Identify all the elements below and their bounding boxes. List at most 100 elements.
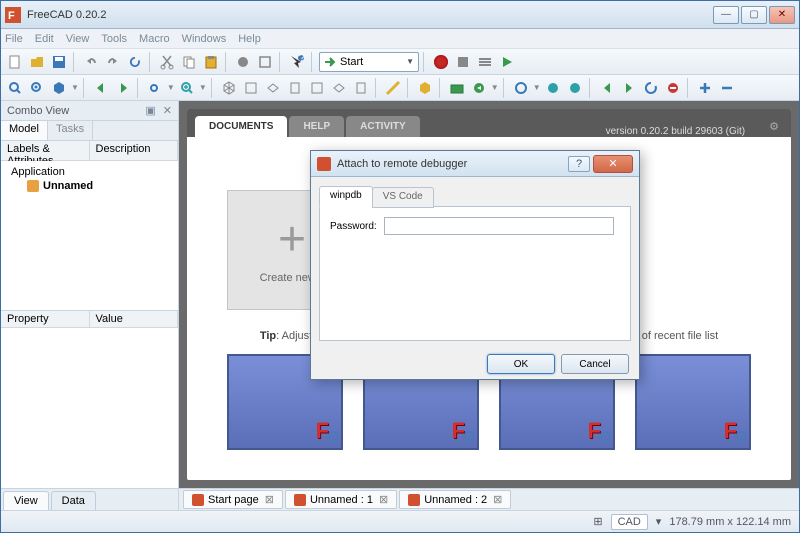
maximize-button[interactable]: ▢ [741,6,767,24]
menu-windows[interactable]: Windows [182,33,227,45]
model-tree[interactable]: Application Unnamed [1,161,178,311]
combo-view-title: Combo View [7,105,69,117]
link-actions-button[interactable] [511,78,531,98]
fit-selection-button[interactable] [27,78,47,98]
paste-button[interactable] [201,52,221,72]
tab-data[interactable]: Data [51,491,96,510]
fit-all-button[interactable] [5,78,25,98]
nav-style-icon[interactable]: ⊞ [593,515,602,528]
tab-vscode[interactable]: VS Code [372,187,434,208]
right-view-button[interactable] [285,78,305,98]
col-labels: Labels & Attributes [1,141,90,160]
menu-file[interactable]: File [5,33,23,45]
tool-btn-1[interactable] [233,52,253,72]
panel-close-button[interactable]: ✕ [163,104,172,117]
undo-button[interactable] [81,52,101,72]
top-view-button[interactable] [263,78,283,98]
link-button[interactable] [145,78,165,98]
tab-activity[interactable]: ACTIVITY [346,116,420,137]
property-table: Property Value [1,311,178,488]
web-button[interactable] [543,78,563,98]
menu-help[interactable]: Help [238,33,261,45]
statusbar: ⊞ CAD ▾ 178.79 mm x 122.14 mm [1,510,799,532]
measure-button[interactable] [383,78,403,98]
draw-style-button[interactable] [49,78,69,98]
doc-tab-start-page[interactable]: Start page⊠ [183,490,283,509]
close-tab-icon[interactable]: ⊠ [265,493,274,506]
tab-model[interactable]: Model [1,121,48,140]
dimensions-label: 178.79 mm x 122.14 mm [669,516,791,528]
minimize-button[interactable]: — [713,6,739,24]
save-button[interactable] [49,52,69,72]
left-view-button[interactable] [351,78,371,98]
tab-winpdb[interactable]: winpdb [319,186,373,207]
rear-view-button[interactable] [307,78,327,98]
stop-button[interactable] [663,78,683,98]
nav-style-label[interactable]: CAD [611,514,648,530]
arrow-right-button[interactable] [619,78,639,98]
workbench-selector[interactable]: Start ▼ [319,52,419,72]
tab-tasks[interactable]: Tasks [48,121,93,140]
tree-application[interactable]: Application [5,165,174,179]
link-make-button[interactable] [469,78,489,98]
close-tab-icon[interactable]: ⊠ [379,493,388,506]
whatsthis-button[interactable]: ? [287,52,307,72]
new-button[interactable] [5,52,25,72]
workbench-label: Start [340,56,363,68]
menu-macro[interactable]: Macro [139,33,170,45]
settings-gear-icon[interactable]: ⚙ [765,116,783,137]
freecad-icon [408,494,420,506]
toolbar-main: ? Start ▼ [1,49,799,75]
close-button[interactable]: ✕ [769,6,795,24]
close-tab-icon[interactable]: ⊠ [493,493,502,506]
dialog-help-button[interactable]: ? [568,156,590,172]
doc-tab-unnamed-2[interactable]: Unnamed : 2⊠ [399,490,511,509]
tab-documents[interactable]: DOCUMENTS [195,116,287,137]
tool-btn-2[interactable] [255,52,275,72]
tree-unnamed[interactable]: Unnamed [5,179,174,193]
tab-view[interactable]: View [3,491,49,510]
zoom-in-button[interactable] [695,78,715,98]
menu-tools[interactable]: Tools [101,33,127,45]
part-button[interactable] [415,78,435,98]
menubar: File Edit View Tools Macro Windows Help [1,29,799,49]
combo-view-panel: Combo View ▣ ✕ Model Tasks Labels & Attr… [1,101,179,510]
col-description: Description [90,141,179,160]
nav-right-button[interactable] [113,78,133,98]
tab-help[interactable]: HELP [289,116,344,137]
arrow-left-button[interactable] [597,78,617,98]
window-title: FreeCAD 0.20.2 [27,9,713,21]
refresh-button[interactable] [125,52,145,72]
open-button[interactable] [27,52,47,72]
nav-left-button[interactable] [91,78,111,98]
window-titlebar: F FreeCAD 0.20.2 — ▢ ✕ [1,1,799,29]
password-input[interactable] [384,217,614,235]
plus-icon: + [278,216,306,264]
macro-record-button[interactable] [431,52,451,72]
cancel-button[interactable]: Cancel [561,354,629,374]
web2-button[interactable] [565,78,585,98]
reload-button[interactable] [641,78,661,98]
iso-view-button[interactable] [219,78,239,98]
doc-tab-unnamed-1[interactable]: Unnamed : 1⊠ [285,490,397,509]
panel-float-button[interactable]: ▣ [145,104,155,117]
bottom-view-button[interactable] [329,78,349,98]
dropdown-arrow-icon: ▼ [406,57,414,66]
macro-play-button[interactable] [497,52,517,72]
macro-list-button[interactable] [475,52,495,72]
zoom-button[interactable] [177,78,197,98]
freecad-icon [317,157,331,171]
redo-button[interactable] [103,52,123,72]
copy-button[interactable] [179,52,199,72]
menu-edit[interactable]: Edit [35,33,54,45]
macro-stop-button[interactable] [453,52,473,72]
dialog-close-button[interactable]: ✕ [593,155,633,173]
cut-button[interactable] [157,52,177,72]
zoom-out-button[interactable] [717,78,737,98]
front-view-button[interactable] [241,78,261,98]
ok-button[interactable]: OK [487,354,555,374]
start-page-tabs: DOCUMENTS HELP ACTIVITY version 0.20.2 b… [187,109,791,137]
menu-view[interactable]: View [66,33,90,45]
example-thumb-4[interactable]: F⚙ [635,354,751,450]
group-button[interactable] [447,78,467,98]
